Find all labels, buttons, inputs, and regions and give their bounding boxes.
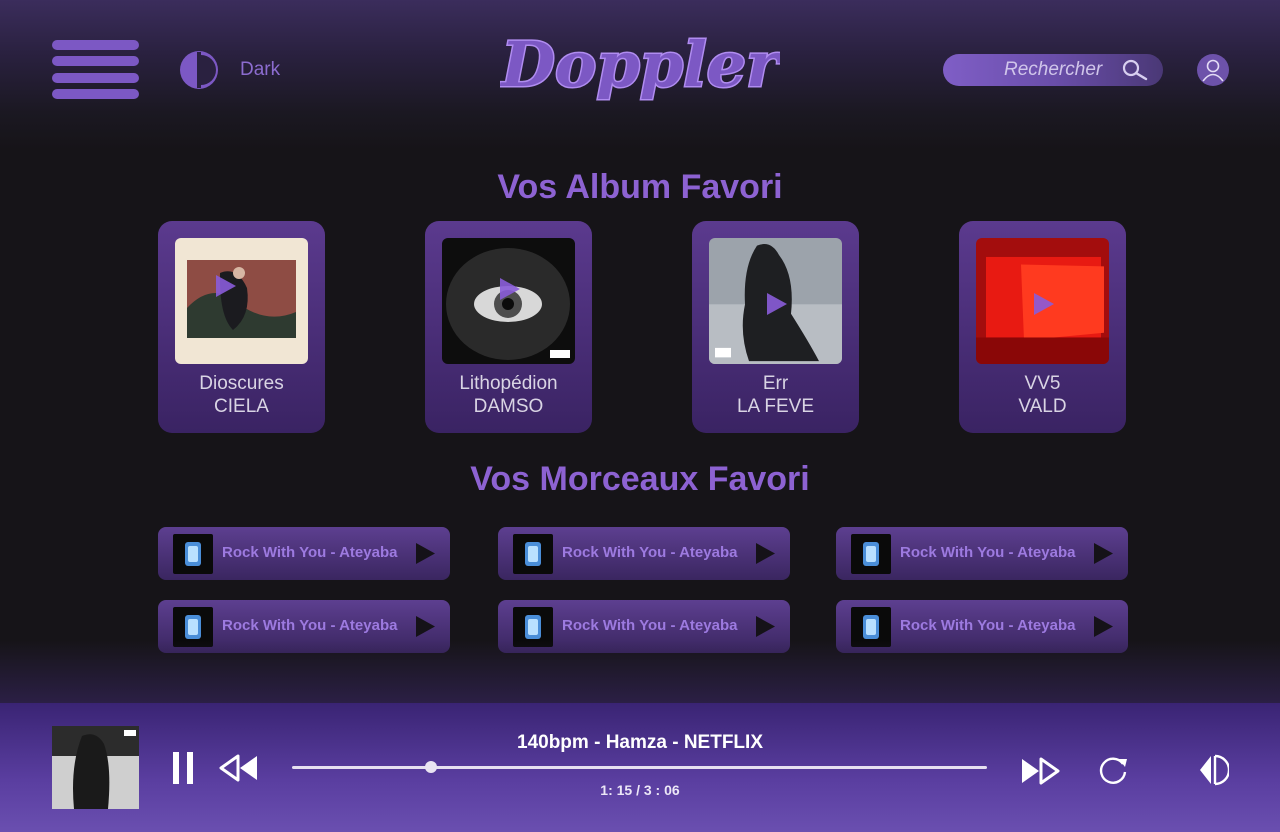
- album-title: Lithopédion: [459, 373, 558, 394]
- play-icon[interactable]: [498, 276, 522, 302]
- album-artist: LA FEVE: [736, 396, 815, 417]
- pause-icon[interactable]: [172, 751, 194, 785]
- search-input[interactable]: Rechercher: [943, 54, 1163, 86]
- search-icon[interactable]: [1121, 59, 1149, 81]
- album-artist: CIELA: [214, 396, 269, 417]
- playback-time: 1: 15 / 3 : 06: [600, 782, 680, 798]
- album-artist: VALD: [1018, 396, 1067, 417]
- album-title: Dioscures: [199, 373, 284, 394]
- track-cover: [173, 534, 213, 574]
- progress-bar[interactable]: [292, 766, 987, 769]
- svg-text:Doppler: Doppler: [500, 28, 780, 101]
- play-icon[interactable]: [1032, 291, 1056, 317]
- album-card-err[interactable]: Err LA FEVE: [692, 221, 859, 433]
- previous-track-icon[interactable]: [218, 753, 260, 783]
- progress-handle[interactable]: [425, 761, 437, 773]
- track-item[interactable]: Rock With You - Ateyaba: [498, 527, 790, 580]
- track-cover: [851, 534, 891, 574]
- track-item[interactable]: Rock With You - Ateyaba: [158, 527, 450, 580]
- track-label: Rock With You - Ateyaba: [222, 544, 398, 561]
- track-label: Rock With You - Ateyaba: [222, 617, 398, 634]
- theme-switch-icon[interactable]: [1197, 753, 1229, 787]
- play-icon[interactable]: [1092, 542, 1114, 565]
- logo: Doppler: [498, 18, 785, 118]
- theme-toggle-icon[interactable]: [178, 49, 220, 91]
- top-bar: Dark Doppler Rechercher: [0, 0, 1280, 150]
- play-icon[interactable]: [414, 615, 436, 638]
- menu-icon[interactable]: [52, 40, 139, 100]
- album-cover: [175, 238, 308, 364]
- album-card-lithopedion[interactable]: Lithopédion DAMSO: [425, 221, 592, 433]
- user-profile-icon[interactable]: [1197, 54, 1229, 86]
- tracks-section-title: Vos Morceaux Favori: [470, 460, 810, 498]
- album-artist: DAMSO: [473, 396, 544, 417]
- next-track-icon[interactable]: [1019, 756, 1061, 786]
- track-label: Rock With You - Ateyaba: [562, 617, 738, 634]
- track-label: Rock With You - Ateyaba: [900, 544, 1076, 561]
- track-cover: [513, 534, 553, 574]
- now-playing-title: 140bpm - Hamza - NETFLIX: [517, 732, 763, 753]
- track-label: Rock With You - Ateyaba: [900, 617, 1076, 634]
- play-icon[interactable]: [754, 542, 776, 565]
- album-card-vv5[interactable]: VV5 VALD: [959, 221, 1126, 433]
- play-icon[interactable]: [754, 615, 776, 638]
- albums-section-title: Vos Album Favori: [497, 168, 783, 206]
- album-card-dioscures[interactable]: Dioscures CIELA: [158, 221, 325, 433]
- search-placeholder: Rechercher: [1004, 59, 1103, 80]
- now-playing-cover: [52, 726, 139, 809]
- track-item[interactable]: Rock With You - Ateyaba: [836, 527, 1128, 580]
- bottom-fade: [0, 640, 1280, 703]
- play-icon[interactable]: [765, 291, 789, 317]
- album-title: VV5: [1024, 373, 1061, 394]
- theme-label: Dark: [240, 59, 281, 80]
- track-label: Rock With You - Ateyaba: [562, 544, 738, 561]
- repeat-icon[interactable]: [1097, 753, 1129, 787]
- album-title: Err: [762, 373, 789, 394]
- play-icon[interactable]: [214, 273, 238, 299]
- player-bar: 140bpm - Hamza - NETFLIX 1: 15 / 3 : 06: [0, 703, 1280, 832]
- play-icon[interactable]: [1092, 615, 1114, 638]
- play-icon[interactable]: [414, 542, 436, 565]
